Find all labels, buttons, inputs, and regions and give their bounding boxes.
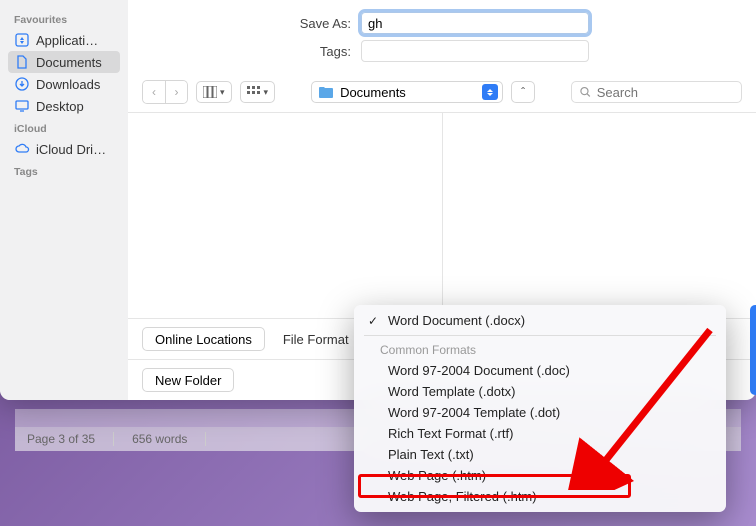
- search-icon: [580, 86, 591, 98]
- save-button-edge[interactable]: [750, 305, 756, 395]
- sidebar-item-label: Applicati…: [36, 33, 98, 48]
- sidebar-item-documents[interactable]: Documents: [8, 51, 120, 73]
- sidebar-section-icloud: iCloud: [8, 117, 120, 138]
- dropdown-item-label: Word Template (.dotx): [388, 384, 515, 399]
- online-locations-button[interactable]: Online Locations: [142, 327, 265, 351]
- sidebar-item-label: iCloud Dri…: [36, 142, 106, 157]
- file-format-dropdown: ✓ Word Document (.docx) Common Formats W…: [354, 305, 726, 512]
- documents-icon: [14, 54, 30, 70]
- tags-input[interactable]: [361, 40, 589, 62]
- icloud-icon: [14, 141, 30, 157]
- dropdown-item-label: Plain Text (.txt): [388, 447, 474, 462]
- tags-label: Tags:: [295, 44, 351, 59]
- dropdown-item-label: Web Page, Filtered (.htm): [388, 489, 537, 504]
- dropdown-item-txt[interactable]: Plain Text (.txt): [354, 444, 726, 465]
- nav-buttons: ‹ ›: [142, 80, 188, 104]
- sidebar-item-desktop[interactable]: Desktop: [8, 95, 120, 117]
- columns-icon: [203, 86, 217, 98]
- sidebar-section-favourites: Favourites: [8, 8, 120, 29]
- toolbar: ‹ › ▾ ▾ Documents ˆ: [128, 76, 756, 113]
- sidebar-item-label: Downloads: [36, 77, 100, 92]
- dropdown-item-label: Word Document (.docx): [388, 313, 525, 328]
- desktop-icon: [14, 98, 30, 114]
- chevron-down-icon: ▾: [264, 87, 269, 98]
- sidebar-item-label: Desktop: [36, 99, 84, 114]
- browser-column[interactable]: [443, 113, 756, 318]
- dropdown-item-htm-filtered[interactable]: Web Page, Filtered (.htm): [354, 486, 726, 507]
- downloads-icon: [14, 76, 30, 92]
- dropdown-item-label: Word 97-2004 Document (.doc): [388, 363, 570, 378]
- dropdown-item-label: Word 97-2004 Template (.dot): [388, 405, 560, 420]
- chevron-down-icon: ▾: [220, 87, 225, 98]
- search-input[interactable]: [597, 85, 733, 100]
- sidebar-item-applications[interactable]: Applicati…: [8, 29, 120, 51]
- dropdown-item-dot[interactable]: Word 97-2004 Template (.dot): [354, 402, 726, 423]
- file-browser[interactable]: [128, 113, 756, 318]
- dropdown-group-header: Common Formats: [354, 340, 726, 360]
- browser-column[interactable]: [128, 113, 443, 318]
- file-format-label: File Format: [283, 332, 349, 347]
- search-box[interactable]: [571, 81, 742, 103]
- save-as-label: Save As:: [295, 16, 351, 31]
- dropdown-item-htm[interactable]: Web Page (.htm): [354, 465, 726, 486]
- dropdown-item-rtf[interactable]: Rich Text Format (.rtf): [354, 423, 726, 444]
- sidebar-item-icloud-drive[interactable]: iCloud Dri…: [8, 138, 120, 160]
- sidebar-item-downloads[interactable]: Downloads: [8, 73, 120, 95]
- new-folder-button[interactable]: New Folder: [142, 368, 234, 392]
- new-folder-label: New Folder: [155, 373, 221, 388]
- divider: [113, 432, 114, 446]
- location-label: Documents: [340, 85, 406, 100]
- forward-button[interactable]: ›: [165, 81, 187, 103]
- chevron-up-icon: ˆ: [521, 85, 525, 99]
- applications-icon: [14, 32, 30, 48]
- divider: [205, 432, 206, 446]
- dropdown-item-label: Rich Text Format (.rtf): [388, 426, 513, 441]
- collapse-button[interactable]: ˆ: [511, 81, 535, 103]
- dropdown-item-dotx[interactable]: Word Template (.dotx): [354, 381, 726, 402]
- online-locations-label: Online Locations: [155, 332, 252, 347]
- word-count: 656 words: [132, 432, 187, 446]
- sidebar-item-label: Documents: [36, 55, 102, 70]
- dropdown-item-docx[interactable]: ✓ Word Document (.docx): [354, 310, 726, 331]
- group-button[interactable]: ▾: [240, 81, 276, 103]
- view-mode-button[interactable]: ▾: [196, 81, 232, 103]
- sidebar: Favourites Applicati… Documents Download…: [0, 0, 128, 400]
- location-select[interactable]: Documents: [311, 81, 503, 103]
- separator: [364, 335, 716, 336]
- checkmark-icon: ✓: [368, 314, 380, 328]
- page-indicator: Page 3 of 35: [27, 432, 95, 446]
- updown-arrows-icon: [482, 84, 498, 100]
- dropdown-item-doc[interactable]: Word 97-2004 Document (.doc): [354, 360, 726, 381]
- grid-icon: [247, 86, 261, 98]
- sidebar-section-tags: Tags: [8, 160, 120, 181]
- back-button[interactable]: ‹: [143, 81, 165, 103]
- top-fields: Save As: Tags:: [128, 0, 756, 76]
- save-as-input[interactable]: [361, 12, 589, 34]
- folder-icon: [318, 85, 334, 99]
- dropdown-item-label: Web Page (.htm): [388, 468, 486, 483]
